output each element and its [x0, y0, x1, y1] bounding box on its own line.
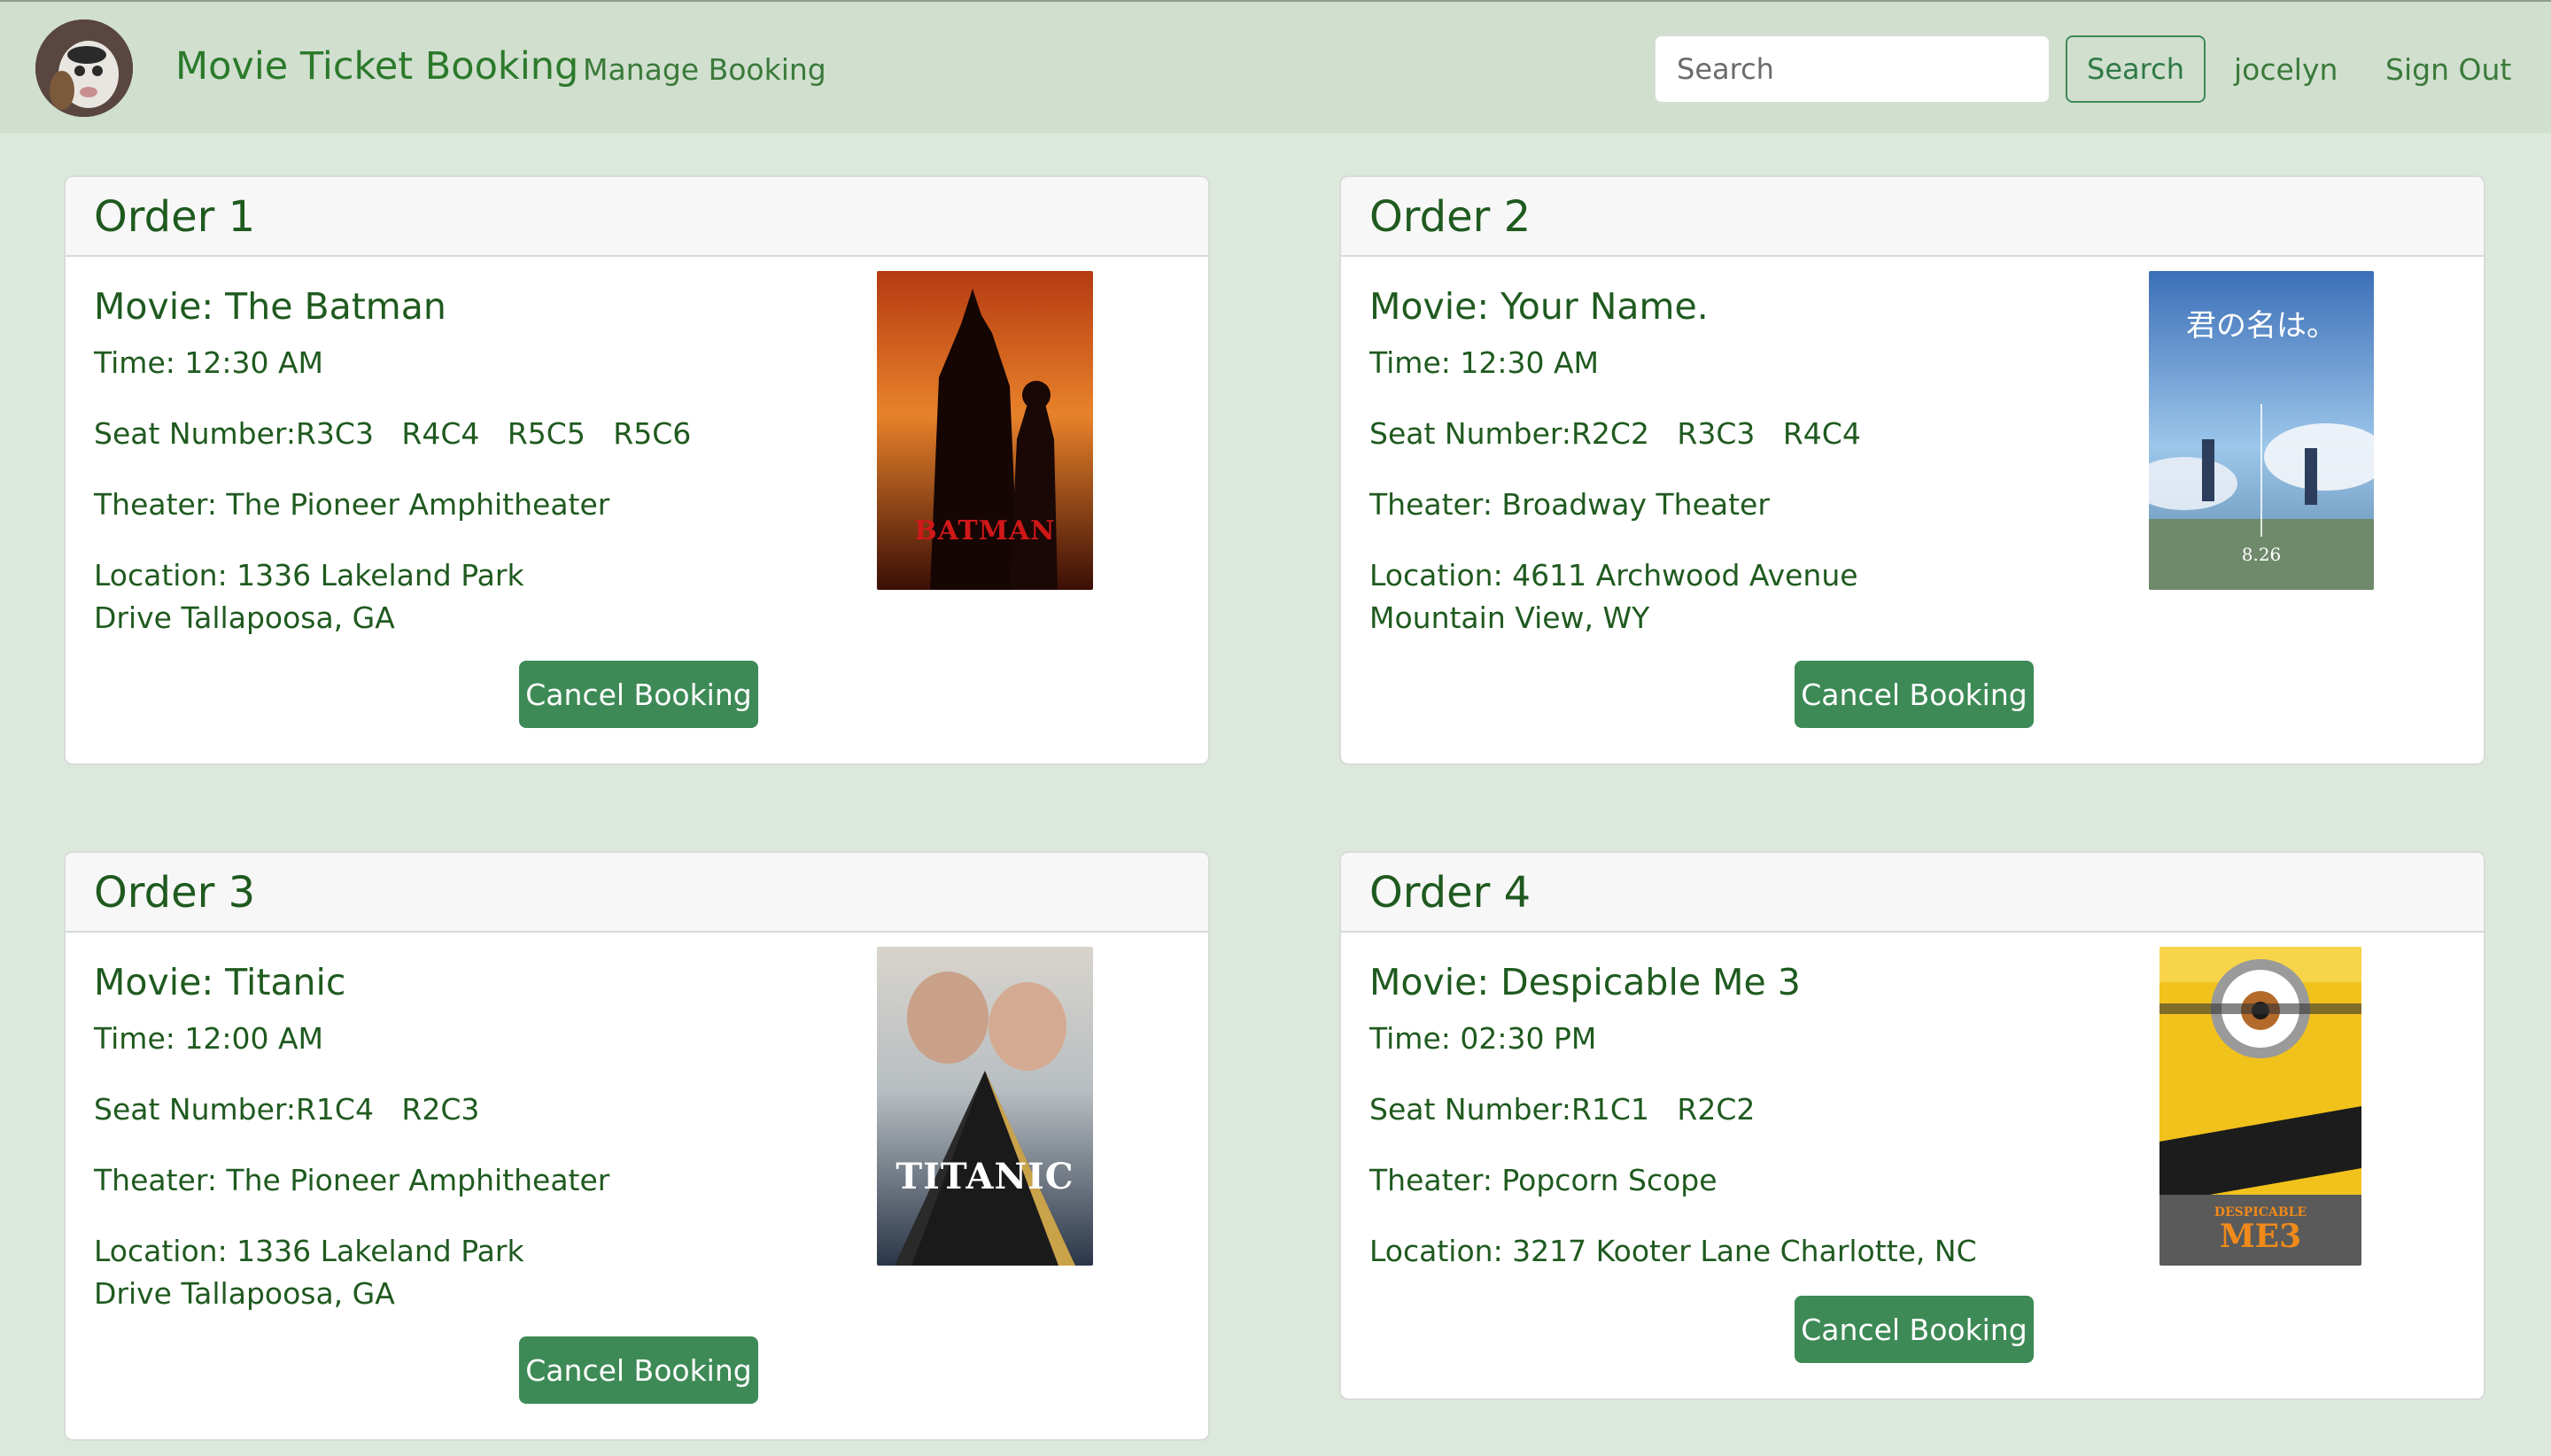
showtime: Time: 12:00 AM: [94, 1021, 324, 1056]
showtime: Time: 02:30 PM: [1369, 1021, 1597, 1056]
theater-location: Location: 1336 Lakeland Park Drive Talla…: [94, 558, 524, 635]
order-header: Order 1: [66, 177, 1208, 257]
navbar: Movie Ticket Booking Manage Booking Sear…: [0, 0, 2551, 133]
order-header: Order 4: [1341, 853, 2484, 933]
theater-name: Theater: Broadway Theater: [1369, 487, 1770, 522]
poster-title: 君の名は。: [2186, 308, 2337, 344]
order-header: Order 2: [1341, 177, 2484, 257]
showtime: Time: 12:30 AM: [1369, 345, 1600, 380]
poster-title: TITANIC: [896, 1156, 1074, 1197]
order-card: Order 1 Movie: The Batman Time: 12:30 AM…: [64, 175, 1210, 765]
movie-title: Movie: The Batman: [94, 285, 446, 328]
movie-title: Movie: Your Name.: [1369, 285, 1709, 328]
cancel-booking-button[interactable]: Cancel Booking: [519, 661, 758, 728]
search-input[interactable]: [1655, 35, 2050, 103]
theater-name: Theater: The Pioneer Amphitheater: [94, 1163, 610, 1197]
theater-location: Location: 1336 Lakeland Park Drive Talla…: [94, 1234, 524, 1311]
avatar[interactable]: [35, 19, 133, 117]
despicable-me-3-poster: DESPICABLE ME3: [2159, 947, 2361, 1266]
theater-name: Theater: Popcorn Scope: [1369, 1163, 1717, 1197]
seat-numbers: Seat Number:R1C4 R2C3: [94, 1092, 480, 1127]
cancel-booking-button[interactable]: Cancel Booking: [1795, 661, 2034, 728]
poster-date: 8.26: [2241, 544, 2282, 565]
username-link[interactable]: jocelyn: [2234, 52, 2338, 87]
poster-title: BATMAN: [914, 515, 1056, 546]
theater-location: Location: 3217 Kooter Lane Charlotte, NC: [1369, 1234, 1977, 1268]
cancel-booking-button[interactable]: Cancel Booking: [519, 1336, 758, 1404]
seat-numbers: Seat Number:R2C2 R3C3 R4C4: [1369, 416, 1861, 451]
sign-out-link[interactable]: Sign Out: [2385, 52, 2511, 87]
cancel-booking-button[interactable]: Cancel Booking: [1795, 1296, 2034, 1363]
titanic-poster: TITANIC: [877, 947, 1093, 1266]
showtime: Time: 12:30 AM: [94, 345, 324, 380]
movie-title: Movie: Titanic: [94, 961, 346, 1003]
batman-poster: BATMAN: [877, 271, 1093, 590]
seat-numbers: Seat Number:R1C1 R2C2: [1369, 1092, 1756, 1127]
order-card: Order 4 Movie: Despicable Me 3 Time: 02:…: [1339, 851, 2485, 1400]
search-button[interactable]: Search: [2066, 35, 2206, 103]
brand-title[interactable]: Movie Ticket Booking: [175, 44, 578, 89]
order-header: Order 3: [66, 853, 1208, 933]
theater-location: Location: 4611 Archwood Avenue Mountain …: [1369, 558, 1858, 635]
order-card: Order 2 Movie: Your Name. Time: 12:30 AM…: [1339, 175, 2485, 765]
theater-name: Theater: The Pioneer Amphitheater: [94, 487, 610, 522]
movie-title: Movie: Despicable Me 3: [1369, 961, 1801, 1003]
manage-booking-link[interactable]: Manage Booking: [583, 52, 826, 87]
order-card: Order 3 Movie: Titanic Time: 12:00 AM Se…: [64, 851, 1210, 1441]
seat-numbers: Seat Number:R3C3 R4C4 R5C5 R5C6: [94, 416, 692, 451]
your-name-poster: 君の名は。 8.26: [2149, 271, 2374, 590]
poster-title: ME3: [2219, 1218, 2302, 1255]
